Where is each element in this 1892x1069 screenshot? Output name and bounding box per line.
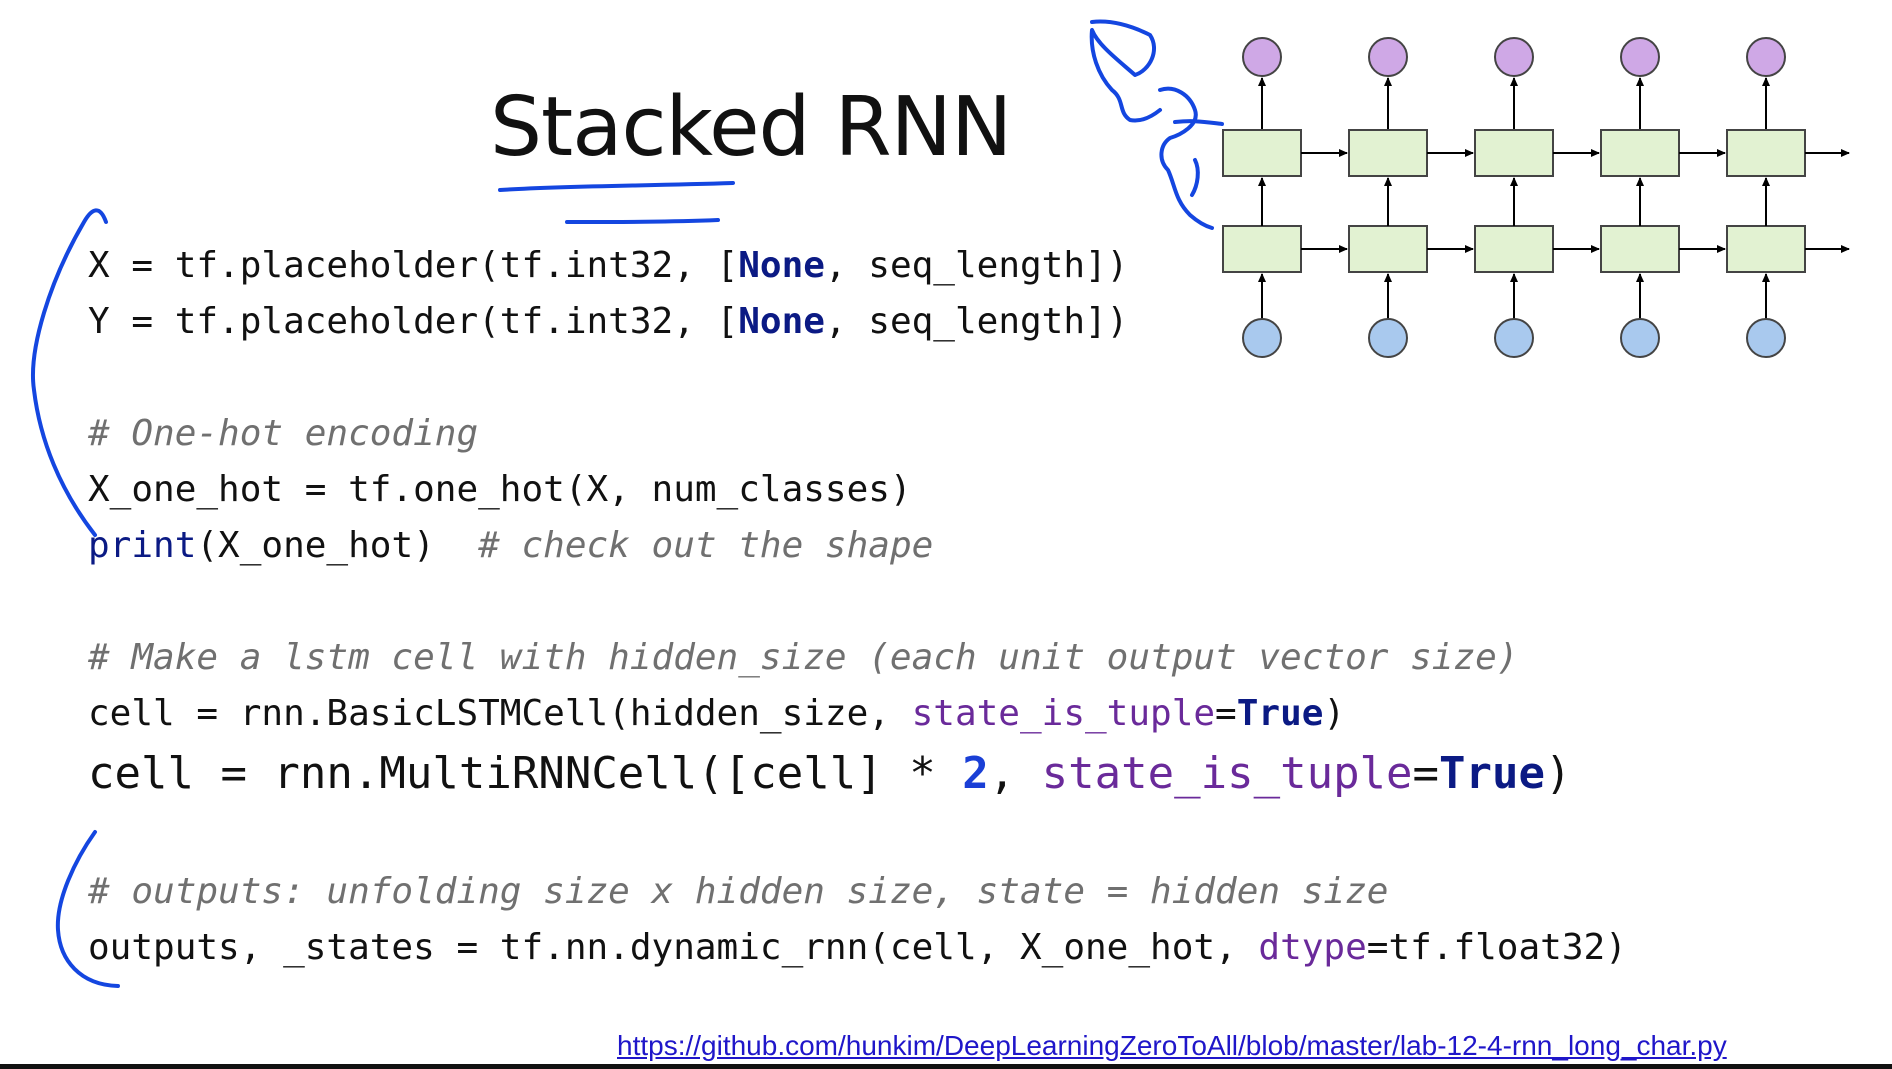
code-line-basic-lstm: cell = rnn.BasicLSTMCell(hidden_size, st… xyxy=(88,693,1345,734)
output-node xyxy=(1242,37,1282,77)
output-node xyxy=(1368,37,1408,77)
output-node xyxy=(1494,37,1534,77)
rnn-cell xyxy=(1474,225,1554,273)
code-text: =tf.float32) xyxy=(1366,927,1627,968)
code-comment-lstm: # Make a lstm cell with hidden_size (eac… xyxy=(88,637,1519,678)
rnn-cell xyxy=(1600,225,1680,273)
code-text: = xyxy=(1215,693,1237,734)
inline-comment: # check out the shape xyxy=(478,525,934,566)
code-text: outputs, _states = tf.nn.dynamic_rnn(cel… xyxy=(88,927,1259,968)
output-node xyxy=(1620,37,1660,77)
slide: Stacked RNN X = tf.placeholder(tf.int32,… xyxy=(0,0,1892,1069)
output-node xyxy=(1746,37,1786,77)
code-line-print: print(X_one_hot) # check out the shape xyxy=(88,525,933,566)
bottom-bar xyxy=(0,1064,1892,1069)
code-line-multi-rnn: cell = rnn.MultiRNNCell([cell] * 2, stat… xyxy=(88,748,1572,799)
param-name: state_is_tuple xyxy=(911,693,1216,734)
rnn-cell xyxy=(1726,129,1806,177)
rnn-cell xyxy=(1348,129,1428,177)
code-text: = xyxy=(1412,748,1440,799)
input-node xyxy=(1368,318,1408,358)
input-node xyxy=(1242,318,1282,358)
param-name: dtype xyxy=(1258,927,1367,968)
code-text: cell = rnn.MultiRNNCell([cell] * xyxy=(88,748,963,799)
rnn-cell xyxy=(1726,225,1806,273)
input-node xyxy=(1620,318,1660,358)
rnn-cell xyxy=(1474,129,1554,177)
param-name: state_is_tuple xyxy=(1041,748,1413,799)
keyword: True xyxy=(1236,693,1324,734)
rnn-cell xyxy=(1222,129,1302,177)
keyword: True xyxy=(1439,748,1546,799)
code-text: , xyxy=(988,748,1042,799)
code-text: ) xyxy=(1323,693,1346,734)
code-text: cell = rnn.BasicLSTMCell(hidden_size, xyxy=(88,693,912,734)
stacked-rnn-diagram xyxy=(1222,37,1850,358)
code-text: ) xyxy=(1545,748,1572,799)
input-node xyxy=(1746,318,1786,358)
builtin-function: print xyxy=(88,525,197,566)
number-literal: 2 xyxy=(962,748,989,799)
source-link[interactable]: https://github.com/hunkim/DeepLearningZe… xyxy=(617,1030,1727,1062)
input-node xyxy=(1494,318,1534,358)
code-line-one-hot: X_one_hot = tf.one_hot(X, num_classes) xyxy=(88,469,912,510)
rnn-cell xyxy=(1222,225,1302,273)
rnn-cell xyxy=(1348,225,1428,273)
code-comment-one-hot: # One-hot encoding xyxy=(88,413,479,454)
code-comment-outputs: # outputs: unfolding size x hidden size,… xyxy=(88,871,1389,912)
code-line-dynamic-rnn: outputs, _states = tf.nn.dynamic_rnn(cel… xyxy=(88,927,1627,968)
rnn-cell xyxy=(1600,129,1680,177)
code-text: (X_one_hot) xyxy=(196,525,479,566)
